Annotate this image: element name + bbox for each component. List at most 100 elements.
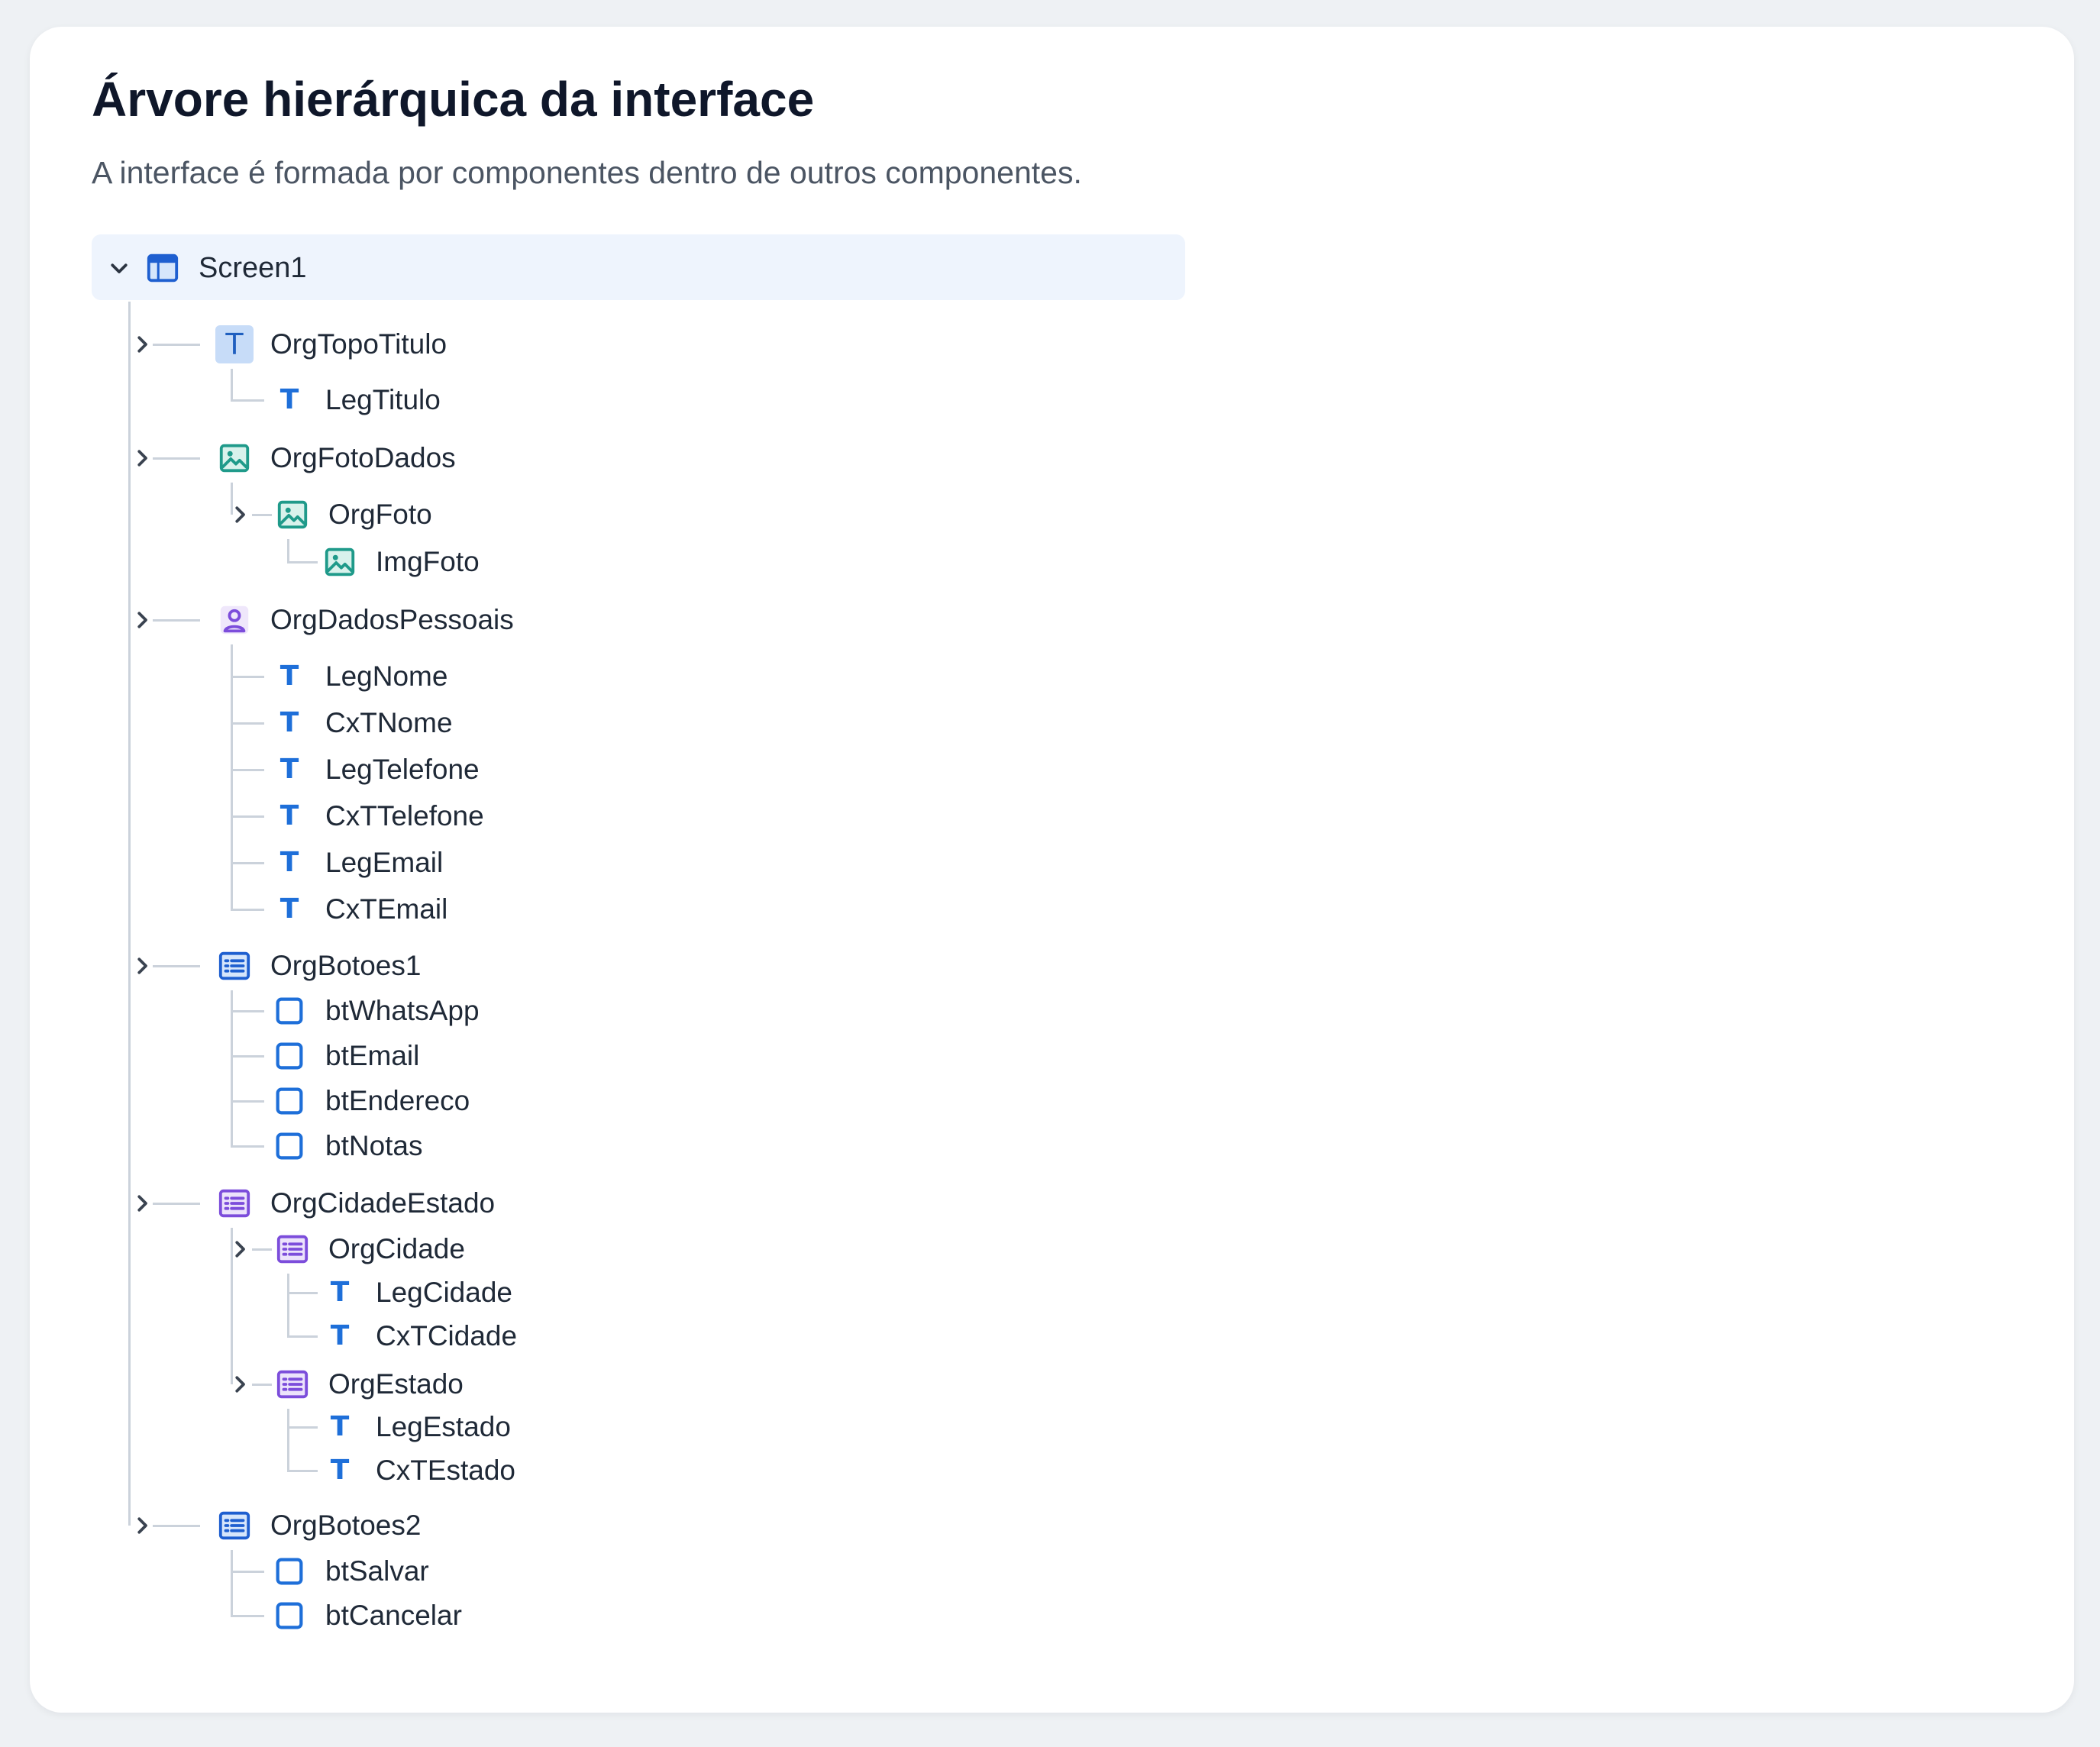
list-purple-icon [273, 1230, 312, 1268]
tree-node-label: btSalvar [325, 1555, 429, 1587]
tree-node[interactable]: OrgDadosPessoais [215, 597, 514, 643]
tree-connector [231, 1571, 264, 1573]
chevron-down-icon[interactable] [104, 253, 134, 283]
tree-node-label: btEndereco [325, 1085, 470, 1116]
tree-node[interactable]: T LegEstado [321, 1404, 511, 1450]
tree-connector [231, 862, 264, 864]
tree-connector [231, 1010, 264, 1012]
tree-connector [287, 561, 318, 563]
tree-node[interactable]: OrgBotoes1 [215, 943, 421, 989]
text-icon: T [279, 707, 299, 738]
chevron-right-icon[interactable] [225, 1234, 255, 1264]
list-icon [215, 1506, 254, 1545]
list-purple-icon [273, 1365, 312, 1403]
image-icon [273, 496, 312, 534]
text-icon: T [330, 1320, 350, 1351]
tree-connector [231, 722, 264, 725]
tree-node-label: CxTEmail [325, 893, 448, 925]
list-purple-icon [215, 1184, 254, 1222]
tree-connector [287, 1426, 318, 1429]
tree-node[interactable]: OrgFoto [273, 492, 432, 538]
tree-node-label: LegEstado [376, 1411, 511, 1442]
tree-connector [287, 1335, 318, 1338]
tree-connector [153, 619, 200, 622]
tree-node-label: LegTitulo [325, 384, 441, 415]
tree-connector [231, 676, 264, 678]
tree-node[interactable]: T CxTEmail [270, 886, 448, 932]
text-icon: T [279, 754, 299, 785]
text-icon: T [279, 800, 299, 832]
tree-node[interactable]: T LegEmail [270, 840, 444, 886]
tree-connector [153, 965, 200, 967]
tree-node-label: LegTelefone [325, 754, 480, 785]
image-icon [321, 543, 359, 581]
text-icon: T [279, 847, 299, 878]
tree-node[interactable]: btCancelar [270, 1593, 462, 1639]
tree-node[interactable]: OrgFotoDados [215, 435, 456, 481]
tree-node-label: CxTTelefone [325, 800, 484, 832]
tree-node[interactable]: T CxTNome [270, 700, 453, 746]
text-icon: T [330, 1411, 350, 1442]
tree-node[interactable]: ImgFoto [321, 539, 480, 585]
tree-node-label: OrgTopoTitulo [270, 328, 447, 360]
tree-connector [231, 815, 264, 818]
tree-connector [231, 909, 264, 911]
tree-node-label: LegCidade [376, 1277, 512, 1308]
button-icon [270, 1552, 309, 1590]
tree-node-label: OrgCidade [328, 1233, 465, 1264]
text-box-icon: T [215, 325, 254, 363]
tree-connector [153, 344, 200, 346]
tree-node[interactable]: T LegTitulo [270, 377, 441, 423]
tree-node[interactable]: T LegTelefone [270, 747, 480, 793]
tree-connector [231, 369, 233, 400]
tree-node[interactable]: btEmail [270, 1033, 419, 1079]
tree-node-root[interactable]: Screen1 [144, 245, 307, 291]
tree-connector [252, 1248, 272, 1251]
person-icon [215, 601, 254, 639]
tree-connector [252, 1384, 272, 1386]
tree-node-label: btCancelar [325, 1600, 462, 1631]
tree-node-label: btWhatsApp [325, 995, 480, 1026]
tree-node[interactable]: T OrgTopoTitulo [215, 321, 447, 367]
tree-connector [231, 990, 233, 1146]
tree-node[interactable]: OrgCidadeEstado [215, 1180, 495, 1226]
chevron-right-icon[interactable] [225, 1369, 255, 1400]
tree-connector [252, 514, 272, 516]
chevron-right-icon[interactable] [225, 499, 255, 530]
text-icon: T [279, 893, 299, 925]
tree-connector [231, 1145, 264, 1148]
tree-connector [287, 539, 289, 562]
text-icon: T [279, 384, 299, 415]
tree-node[interactable]: T CxTTelefone [270, 793, 484, 839]
button-icon [270, 1037, 309, 1075]
tree-node[interactable]: T CxTEstado [321, 1448, 515, 1494]
button-icon [270, 1127, 309, 1165]
tree-node[interactable]: T LegCidade [321, 1270, 512, 1316]
tree-node[interactable]: btWhatsApp [270, 988, 480, 1034]
tree-node-label: OrgEstado [328, 1368, 464, 1400]
tree-node-label: OrgFoto [328, 499, 432, 530]
tree-node[interactable]: T CxTCidade [321, 1313, 517, 1359]
tree-node[interactable]: btSalvar [270, 1548, 429, 1594]
tree-node-label: CxTCidade [376, 1320, 518, 1351]
button-icon [270, 1082, 309, 1120]
tree-node-label: OrgDadosPessoais [270, 604, 514, 635]
tree-connector [287, 1470, 318, 1472]
tree-node-label: btNotas [325, 1130, 423, 1161]
tree-node[interactable]: OrgBotoes2 [215, 1503, 421, 1548]
tree-connector [287, 1409, 289, 1471]
tree-node-label: btEmail [325, 1040, 420, 1071]
tree-node[interactable]: btNotas [270, 1123, 423, 1169]
tree-connector [287, 1274, 289, 1336]
tree-connector [231, 644, 233, 909]
tree-node[interactable]: T LegNome [270, 654, 448, 699]
tree-node-label: ImgFoto [376, 546, 480, 577]
tree-node-label: OrgBotoes2 [270, 1510, 422, 1541]
tree-node[interactable]: OrgEstado [273, 1361, 464, 1407]
tree-connector [231, 1550, 233, 1616]
tree-node-label: OrgCidadeEstado [270, 1187, 496, 1219]
tree-node[interactable]: btEndereco [270, 1078, 470, 1124]
text-icon: T [279, 660, 299, 692]
tree-node[interactable]: OrgCidade [273, 1226, 465, 1272]
tree-connector [231, 399, 264, 402]
